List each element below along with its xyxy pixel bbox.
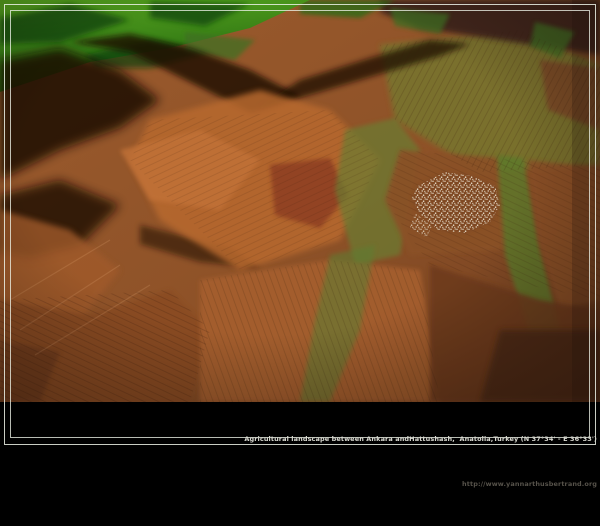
aerial-photo	[0, 0, 600, 402]
vignette	[0, 0, 600, 402]
caption-title: Agricultural landscape between Ankara an…	[244, 436, 597, 443]
wallpaper-stage: Agricultural landscape between Ankara an…	[0, 0, 600, 450]
caption-url: http://www.yannarthusbertrand.org	[244, 481, 597, 488]
aerial-photo-art	[0, 0, 600, 402]
caption: Agricultural landscape between Ankara an…	[244, 398, 597, 526]
